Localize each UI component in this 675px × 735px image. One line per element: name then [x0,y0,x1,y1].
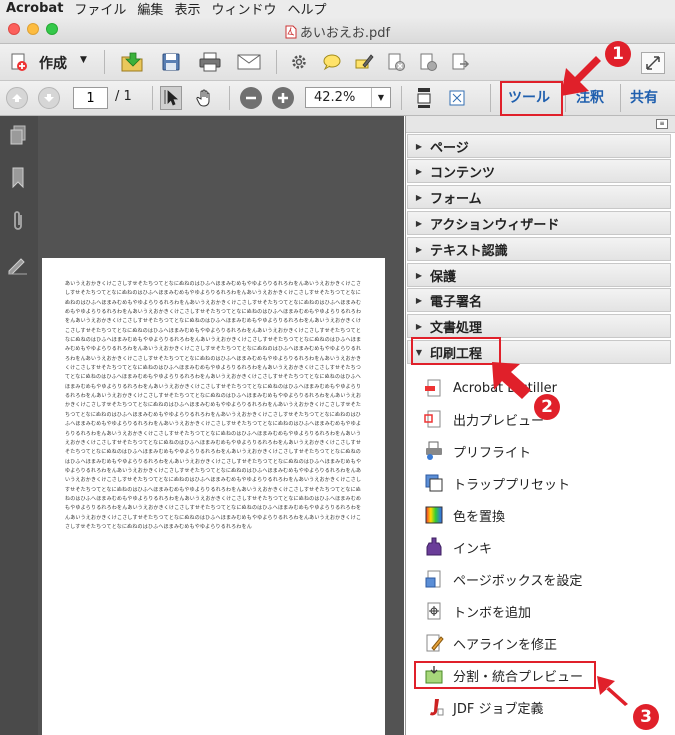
step-number-3: 3 [633,704,659,730]
arrow-to-tools-tab [561,56,601,96]
arrow-to-print-production [492,362,531,399]
step-number-2: 2 [534,394,560,420]
step-number-1: 1 [605,41,631,67]
annotation-arrows [492,56,628,706]
arrow-to-flattener-preview [597,676,628,706]
